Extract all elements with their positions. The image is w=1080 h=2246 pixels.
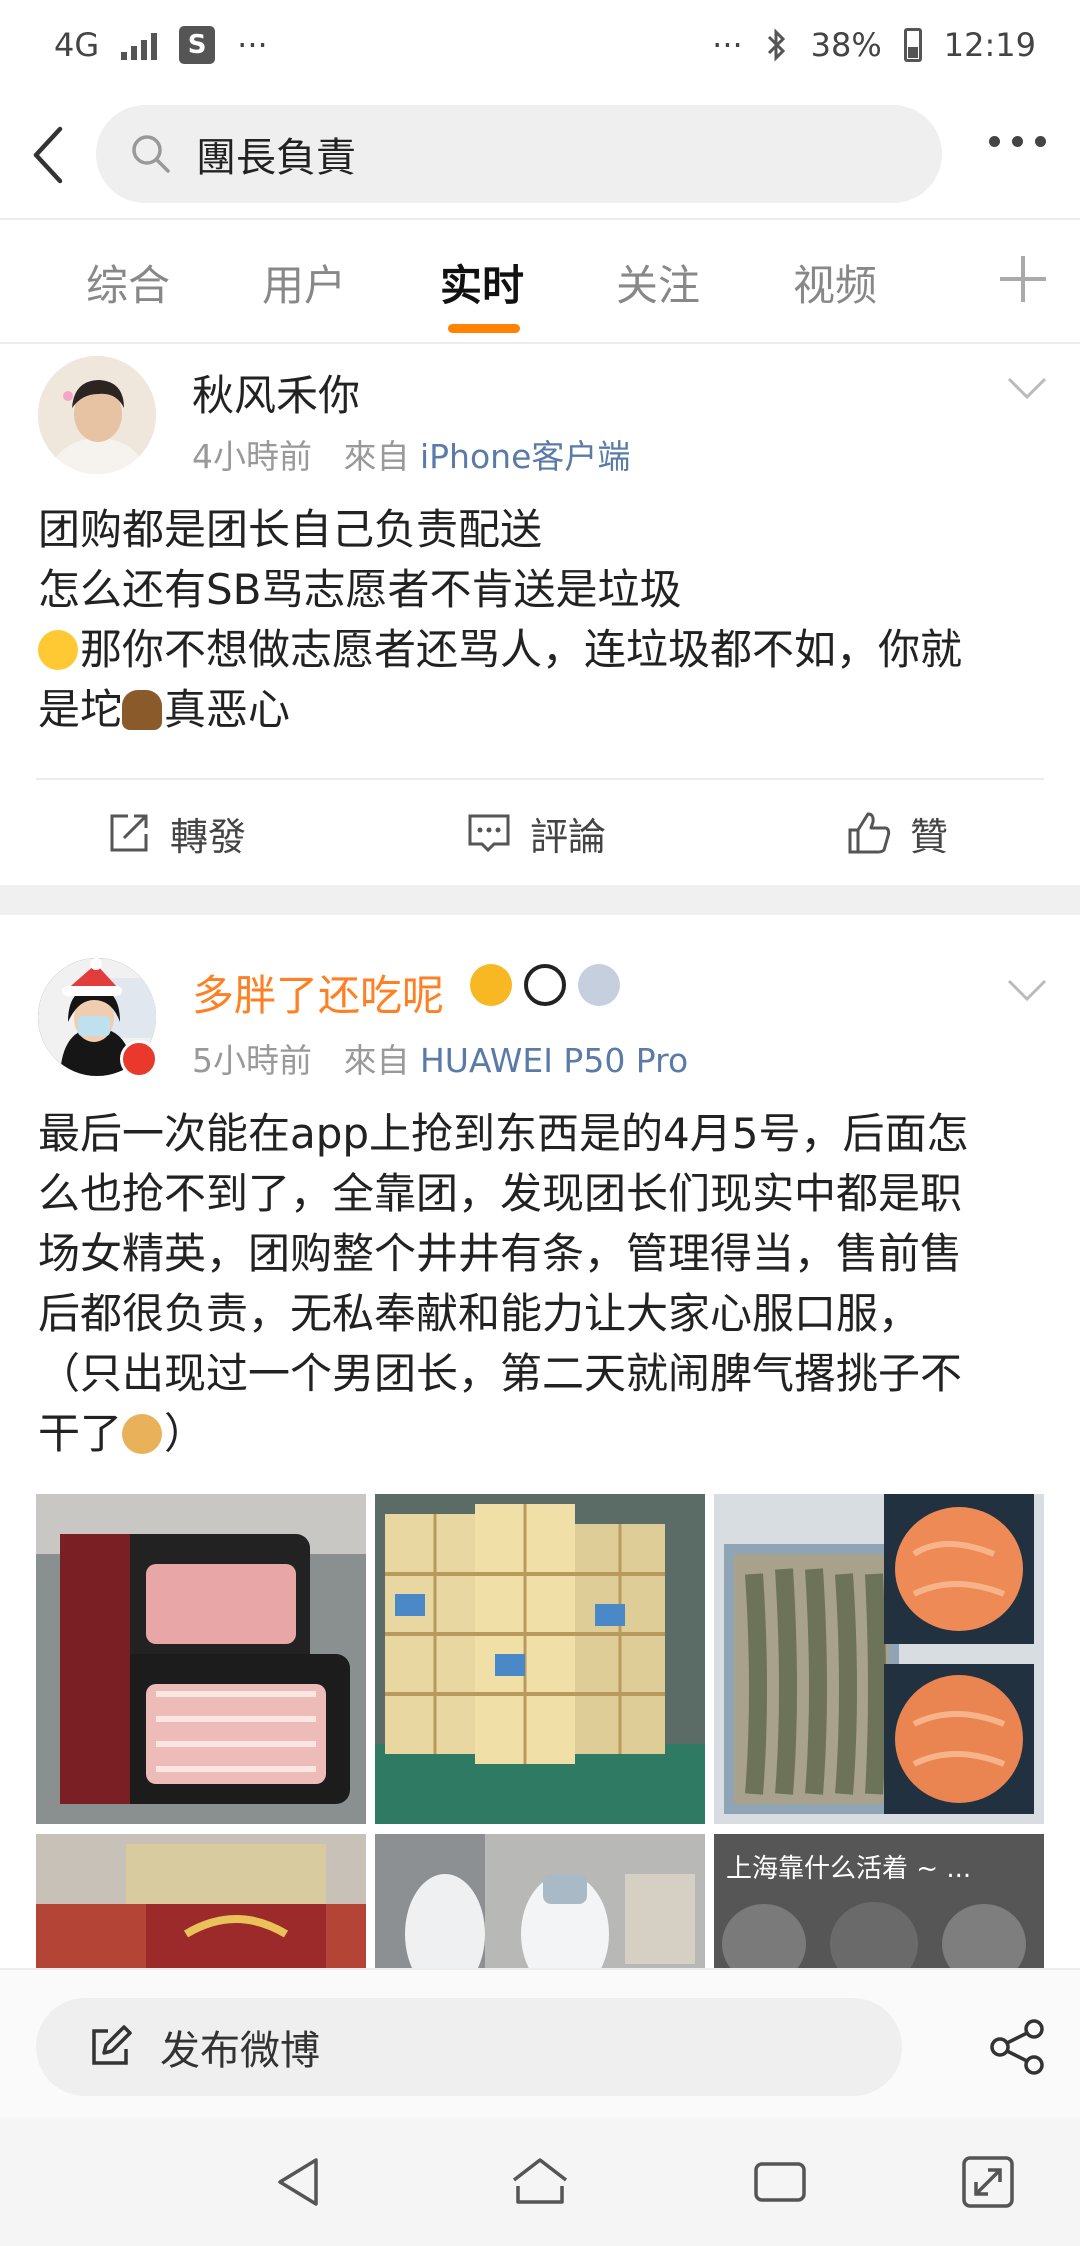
tab-bar: 综合 用户 实时 关注 视频 — [0, 222, 1080, 342]
back-button[interactable] — [0, 92, 96, 218]
post-line: 那你不想做志愿者还骂人，连垃圾都不如，你就 — [80, 625, 963, 674]
compose-label: 发布微博 — [160, 2028, 320, 2074]
nav-home-icon[interactable] — [510, 2152, 570, 2212]
post-meta: 4小時前 來自 iPhone客户端 — [192, 430, 630, 478]
battery-icon — [903, 28, 922, 62]
post-line: 团购都是团长自己负责配送 — [38, 505, 543, 554]
active-tab-indicator — [448, 324, 520, 333]
username[interactable]: 秋风禾你 — [192, 362, 360, 423]
post-time: 4小時前 — [192, 437, 312, 476]
post-line: 是坨 — [38, 685, 123, 734]
post-actions: 轉發 評論 贊 — [0, 780, 1080, 886]
smile-emoji-icon — [38, 630, 78, 670]
tab-following[interactable]: 关注 — [616, 252, 700, 313]
bluetooth-icon — [767, 28, 785, 62]
header-divider — [0, 218, 1080, 220]
signal-icon — [121, 30, 158, 60]
post-line: 干了 — [38, 1409, 123, 1458]
repost-icon — [110, 814, 148, 852]
post-image-boxes[interactable] — [375, 1494, 705, 1824]
tab-users[interactable]: 用户 — [262, 252, 346, 313]
source-prefix: 來自 — [343, 437, 410, 476]
tab-video[interactable]: 视频 — [793, 252, 877, 313]
clock: 12:19 — [943, 26, 1036, 64]
shopping-bag-icon: S — [179, 26, 216, 64]
post-line: 场女精英，团购整个井井有条，管理得当，售前售 — [38, 1229, 963, 1278]
search-input[interactable]: 團長負責 — [96, 105, 942, 203]
post-line: ） — [164, 1409, 207, 1458]
back-arrow-icon — [33, 126, 63, 184]
post-image-stack[interactable] — [36, 1834, 366, 1968]
post-time: 5小時前 — [192, 1041, 312, 1080]
tab-general[interactable]: 综合 — [86, 252, 170, 313]
tabs-divider — [0, 342, 1080, 344]
post-line: 真恶心 — [164, 685, 291, 734]
medal-badge-icon — [578, 964, 620, 1006]
like-button[interactable]: 贊 — [846, 780, 948, 886]
search-icon — [132, 135, 170, 173]
repost-button[interactable]: 轉發 — [106, 780, 246, 886]
post-separator — [0, 885, 1080, 915]
tab-realtime[interactable]: 实时 — [440, 252, 524, 313]
post-source[interactable]: HUAWEI P50 Pro — [420, 1041, 688, 1080]
post-line: 么也抢不到了，全靠团，发现团长们现实中都是职 — [38, 1169, 963, 1218]
system-nav-bar — [0, 2118, 1080, 2246]
username[interactable]: 多胖了还吃呢 — [192, 962, 444, 1023]
add-tab-icon[interactable] — [1000, 256, 1046, 302]
source-prefix: 來自 — [343, 1041, 410, 1080]
post-body: 最后一次能在app上抢到东西是的4月5号，后面怎 么也抢不到了，全靠团，发现团长… — [38, 1104, 1048, 1464]
comment-button[interactable]: 評論 — [466, 780, 606, 886]
search-query: 團長負責 — [196, 135, 356, 181]
compose-button[interactable]: 发布微博 — [36, 1998, 902, 2096]
post-line: 后都很负责，无私奉献和能力让大家心服口服， — [38, 1289, 921, 1338]
post-meta: 5小時前 來自 HUAWEI P50 Pro — [192, 1034, 688, 1082]
user-badges — [470, 964, 620, 1006]
network-type: 4G — [54, 26, 100, 64]
chevron-down-icon[interactable] — [1006, 976, 1048, 1004]
doge-emoji-icon — [122, 1414, 163, 1454]
nav-expand-icon[interactable] — [958, 2152, 1018, 2212]
post-line: 怎么还有SB骂志愿者不肯送是垃圾 — [38, 565, 682, 614]
post-line: 最后一次能在app上抢到东西是的4月5号，后面怎 — [38, 1109, 969, 1158]
more-options-button[interactable] — [989, 136, 1046, 147]
panda-badge-icon — [524, 964, 566, 1006]
nav-back-icon[interactable] — [270, 2152, 330, 2212]
like-label: 贊 — [910, 814, 949, 859]
search-header: 團長負責 — [0, 92, 1080, 218]
verified-badge-icon — [120, 1040, 158, 1078]
post-image-workers[interactable] — [375, 1834, 705, 1968]
repost-label: 轉發 — [170, 814, 247, 859]
thumbs-up-icon — [848, 812, 891, 854]
image-caption: 上海靠什么活着 ~ ... — [726, 1854, 972, 1884]
chevron-down-icon[interactable] — [1006, 374, 1048, 402]
post-image-movie[interactable]: 上海靠什么活着 ~ ... — [714, 1834, 1044, 1968]
post-image-shrimp[interactable] — [714, 1494, 1044, 1824]
comment-icon — [468, 814, 510, 853]
post-body: 团购都是团长自己负责配送 怎么还有SB骂志愿者不肯送是垃圾 那你不想做志愿者还骂… — [38, 500, 1048, 740]
post-line: （只出现过一个男团长，第二天就闹脾气撂挑子不 — [38, 1349, 963, 1398]
comment-label: 評論 — [530, 814, 607, 859]
more-status: ··· — [712, 26, 743, 64]
compose-bar: 发布微博 — [0, 1968, 1080, 2118]
crown-badge-icon — [470, 964, 512, 1006]
post-image-pork[interactable] — [36, 1494, 366, 1824]
more-notifications: ··· — [237, 26, 268, 64]
share-icon[interactable] — [988, 2018, 1046, 2076]
status-bar: 4G S ··· ··· 38% 12:19 — [0, 0, 1080, 90]
avatar[interactable] — [38, 356, 156, 474]
post-source[interactable]: iPhone客户端 — [420, 437, 630, 476]
nav-recents-icon[interactable] — [750, 2152, 810, 2212]
poop-emoji-icon — [122, 690, 163, 730]
battery-percent: 38% — [810, 26, 882, 64]
edit-icon — [92, 2025, 132, 2065]
